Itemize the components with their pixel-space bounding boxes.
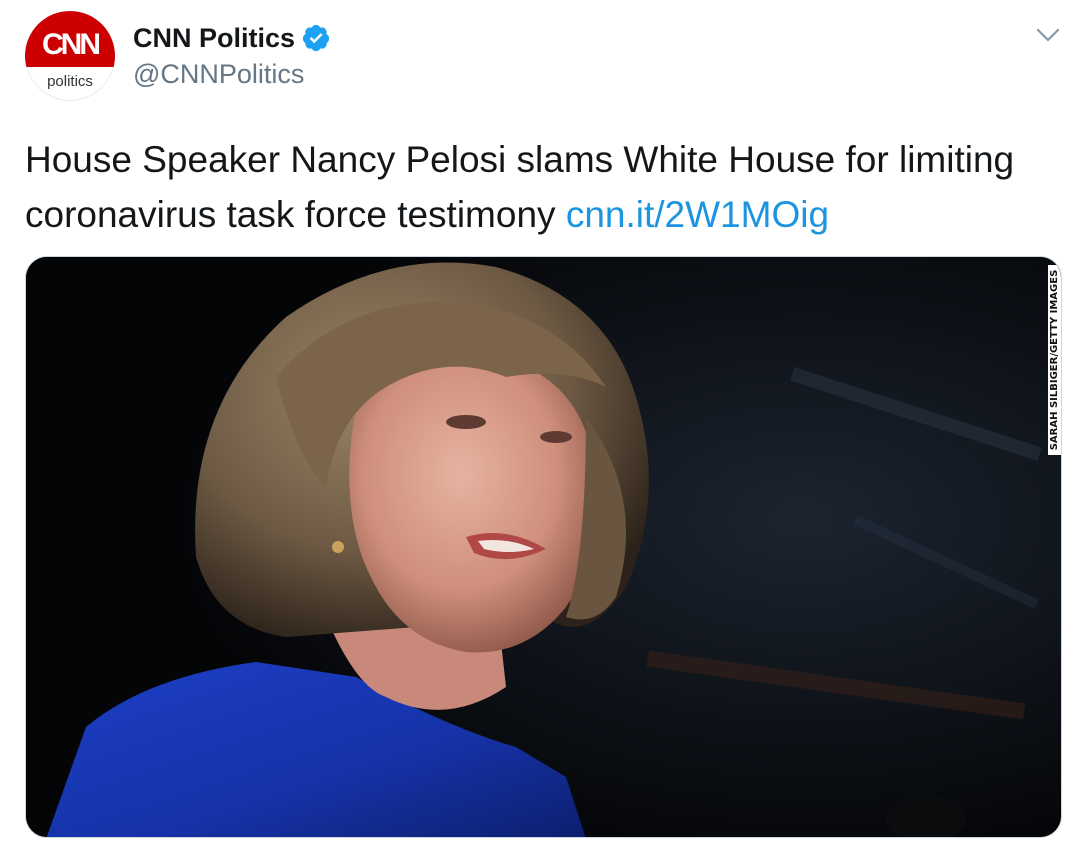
- avatar-logo-text: CNN: [42, 28, 101, 61]
- author-handle[interactable]: @CNNPolitics: [133, 57, 304, 91]
- speaker-photo: [26, 257, 1061, 837]
- photo-credit: SARAH SILBIGER/GETTY IMAGES: [1048, 265, 1061, 455]
- tweet-text: House Speaker Nancy Pelosi slams White H…: [25, 132, 1070, 242]
- avatar[interactable]: CNN politics: [25, 11, 115, 101]
- avatar-subtitle: politics: [47, 73, 93, 90]
- tweet-link[interactable]: cnn.it/2W1MOig: [566, 194, 829, 235]
- tweet-body: House Speaker Nancy Pelosi slams White H…: [25, 139, 1015, 235]
- verified-badge-icon: [302, 24, 330, 52]
- author-name-row[interactable]: CNN Politics: [133, 21, 331, 55]
- photo-credit-text: SARAH SILBIGER/GETTY IMAGES: [1049, 269, 1060, 451]
- display-name[interactable]: CNN Politics: [133, 21, 295, 55]
- chevron-down-icon[interactable]: [1033, 20, 1063, 50]
- tweet-photo[interactable]: SARAH SILBIGER/GETTY IMAGES: [25, 256, 1062, 838]
